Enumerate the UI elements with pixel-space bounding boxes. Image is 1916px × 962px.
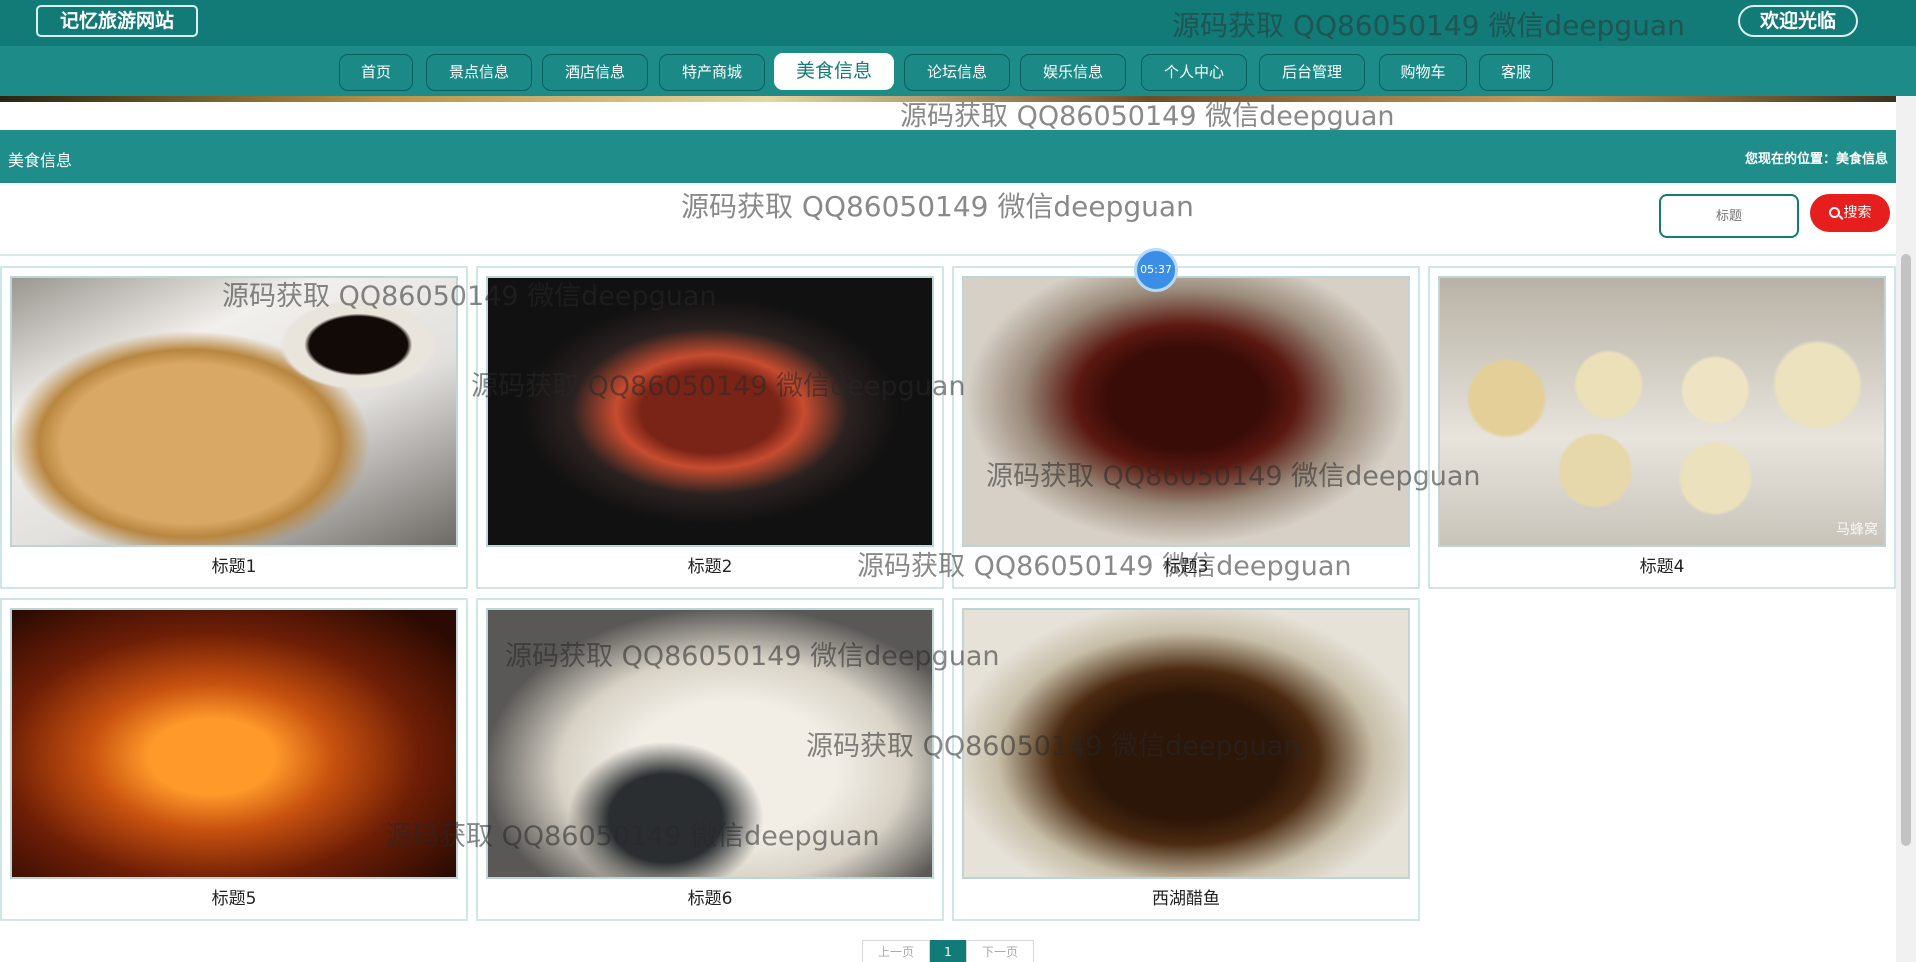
- food-caption[interactable]: 标题3: [954, 552, 1418, 577]
- banner-image: [0, 96, 1916, 102]
- section-title: 美食信息: [8, 151, 73, 170]
- welcome-button[interactable]: 欢迎光临: [1738, 5, 1858, 37]
- photo-watermark: 马蜂窝: [1836, 522, 1878, 538]
- food-caption[interactable]: 标题6: [478, 884, 942, 909]
- watermark-text: 源码获取 QQ86050149 微信deepguan: [681, 190, 1194, 223]
- food-caption[interactable]: 标题5: [2, 884, 466, 909]
- search-input[interactable]: [1659, 194, 1799, 238]
- food-photo[interactable]: [962, 276, 1410, 547]
- pagination-page-1[interactable]: 1: [930, 940, 966, 962]
- food-photo[interactable]: 马蜂窝: [1438, 276, 1886, 547]
- food-caption[interactable]: 西湖醋鱼: [954, 884, 1418, 909]
- nav-item-service[interactable]: 客服: [1479, 54, 1553, 91]
- section-header: 美食信息 您现在的位置：美食信息: [0, 130, 1896, 183]
- nav-item-attractions[interactable]: 景点信息: [426, 54, 532, 91]
- top-header: 记忆旅游网站 源码获取 QQ86050149 微信deepguan 欢迎光临: [0, 0, 1916, 46]
- nav-item-admin[interactable]: 后台管理: [1259, 54, 1365, 91]
- food-card[interactable]: 马蜂窝 标题4: [1428, 266, 1896, 589]
- nav-item-hotels[interactable]: 酒店信息: [542, 54, 648, 91]
- food-photo[interactable]: [486, 276, 934, 547]
- search-button-label: 搜索: [1843, 205, 1872, 221]
- nav-item-entertainment[interactable]: 娱乐信息: [1020, 54, 1126, 91]
- food-caption[interactable]: 标题2: [478, 552, 942, 577]
- food-card[interactable]: 标题6: [476, 598, 944, 921]
- food-card[interactable]: 西湖醋鱼: [952, 598, 1420, 921]
- nav-item-personal-center[interactable]: 个人中心: [1141, 54, 1247, 91]
- food-caption[interactable]: 标题4: [1430, 552, 1894, 577]
- nav-item-cart[interactable]: 购物车: [1379, 54, 1467, 91]
- search-icon: [1828, 207, 1840, 218]
- food-photo[interactable]: [10, 608, 458, 879]
- pagination-next[interactable]: 下一页: [966, 940, 1034, 962]
- food-photo[interactable]: [962, 608, 1410, 879]
- breadcrumb: 您现在的位置：美食信息: [1744, 152, 1888, 167]
- divider: [0, 254, 1896, 256]
- nav-item-home[interactable]: 首页: [339, 54, 413, 91]
- nav-item-forum[interactable]: 论坛信息: [904, 54, 1010, 91]
- food-card[interactable]: 标题3: [952, 266, 1420, 589]
- timer-badge: 05:37: [1134, 248, 1178, 292]
- main-nav: 首页 景点信息 酒店信息 特产商城 美食信息 论坛信息 娱乐信息 个人中心 后台…: [0, 46, 1916, 96]
- site-brand-button[interactable]: 记忆旅游网站: [36, 5, 198, 37]
- search-button[interactable]: 搜索: [1810, 194, 1890, 232]
- watermark-text: 源码获取 QQ86050149 微信deepguan: [1172, 9, 1685, 42]
- nav-item-food[interactable]: 美食信息: [774, 53, 894, 90]
- scrollbar-thumb[interactable]: [1901, 254, 1911, 846]
- pagination-prev[interactable]: 上一页: [862, 940, 930, 962]
- food-card[interactable]: 标题2: [476, 266, 944, 589]
- food-card[interactable]: 标题1: [0, 266, 468, 589]
- food-photo[interactable]: [10, 276, 458, 547]
- food-card[interactable]: 标题5: [0, 598, 468, 921]
- food-caption[interactable]: 标题1: [2, 552, 466, 577]
- food-photo[interactable]: [486, 608, 934, 879]
- nav-item-specialty-shop[interactable]: 特产商城: [659, 54, 765, 91]
